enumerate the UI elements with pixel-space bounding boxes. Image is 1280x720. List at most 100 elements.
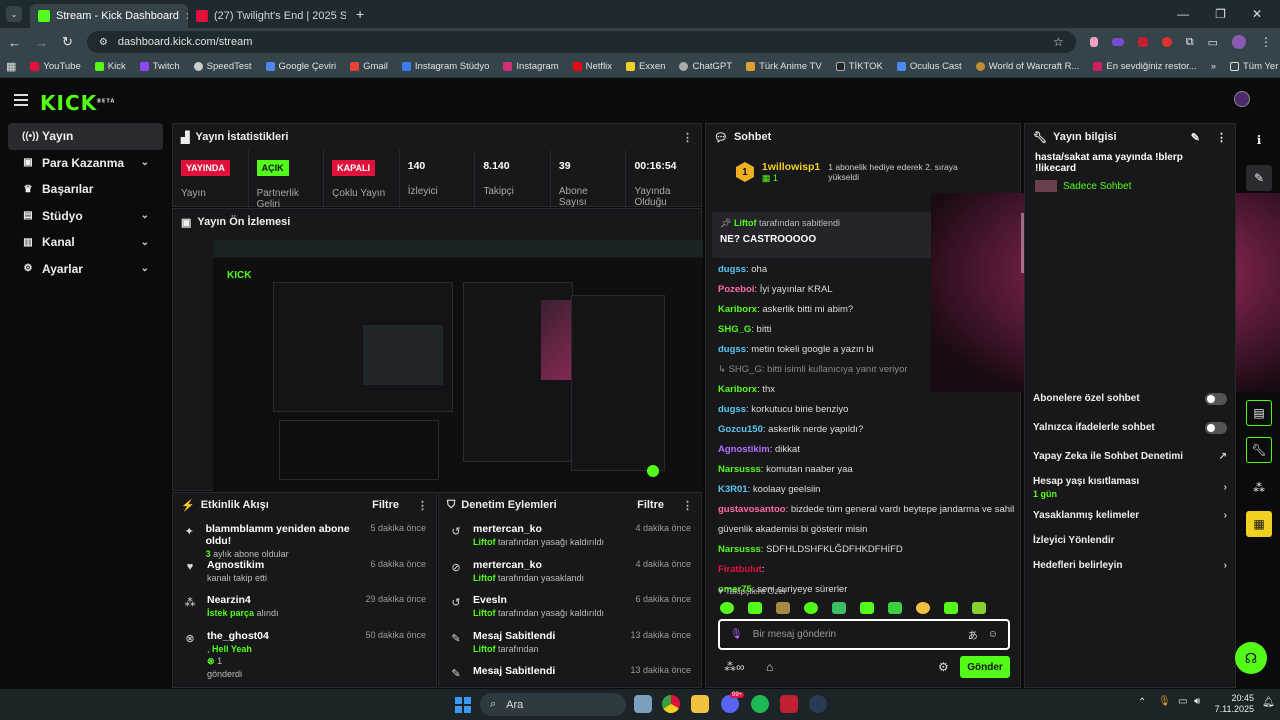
chat-settings-icon[interactable]: ⚙ bbox=[938, 660, 949, 674]
new-tab-icon[interactable]: + bbox=[356, 6, 364, 22]
more-options-icon[interactable]: ⋮ bbox=[417, 499, 428, 512]
restore-icon[interactable]: ❐ bbox=[1215, 7, 1226, 21]
wrench-icon[interactable]: 🔧︎ bbox=[1246, 437, 1272, 463]
chat-username[interactable]: Firatbulut bbox=[718, 564, 762, 575]
more-options-icon[interactable]: ⋮ bbox=[682, 131, 693, 144]
chat-message-input[interactable]: 🎙︎ Bir mesaj gönderin あ ☺ bbox=[718, 619, 1010, 650]
bookmark-item[interactable]: Exxen bbox=[626, 61, 665, 72]
bookmark-item[interactable]: Instagram Stüdyo bbox=[401, 61, 489, 72]
spotify-icon[interactable] bbox=[751, 695, 769, 713]
sidebar-item-studyo[interactable]: ▤ Stüdyo ⌄ bbox=[8, 203, 163, 230]
bookmark-item[interactable]: En sevdiğiniz restor... bbox=[1093, 61, 1197, 72]
emote-icon[interactable] bbox=[832, 602, 846, 614]
profile-avatar[interactable] bbox=[1232, 35, 1246, 49]
url-field[interactable]: ⚙ dashboard.kick.com/stream ☆ bbox=[86, 31, 1076, 53]
chat-username[interactable]: dugss bbox=[718, 264, 746, 275]
more-bookmarks-icon[interactable]: » bbox=[1211, 61, 1216, 72]
notifications-bell-icon[interactable]: 🔔︎ bbox=[1262, 697, 1275, 708]
bookmark-item[interactable]: Türk Anime TV bbox=[746, 61, 822, 72]
filter-button[interactable]: Filtre bbox=[372, 499, 399, 511]
nodes-icon[interactable]: ⁂ bbox=[1246, 475, 1272, 501]
emote-icon[interactable] bbox=[916, 602, 930, 614]
apps-grid-icon[interactable]: ▦ bbox=[6, 60, 16, 73]
layout-icon[interactable]: ▤ bbox=[1246, 400, 1272, 426]
redirect-viewers-row[interactable]: İzleyici Yönlendir bbox=[1025, 528, 1235, 553]
extension-icon-3[interactable] bbox=[1137, 37, 1148, 47]
sidebar-item-yayin[interactable]: ((•)) Yayın bbox=[8, 123, 163, 150]
info-icon[interactable]: ℹ bbox=[1246, 127, 1272, 153]
chat-username[interactable]: Pozeboi bbox=[718, 284, 754, 295]
send-button[interactable]: Gönder bbox=[960, 656, 1010, 678]
forward-icon[interactable]: → bbox=[35, 35, 48, 50]
bookmark-item[interactable]: Oculus Cast bbox=[896, 61, 962, 72]
filter-button[interactable]: Filtre bbox=[637, 499, 664, 511]
tray-chevron-icon[interactable]: ⌃ bbox=[1138, 697, 1146, 708]
stream-preview-video[interactable]: KICK bbox=[213, 240, 703, 493]
store-icon[interactable]: ⌂ bbox=[766, 660, 773, 674]
site-info-icon[interactable]: ⚙ bbox=[99, 37, 108, 48]
voicemeeter-icon[interactable] bbox=[780, 695, 798, 713]
chat-username[interactable]: dugss bbox=[718, 404, 746, 415]
bookmark-item[interactable]: Gmail bbox=[350, 61, 388, 72]
emote-icon[interactable] bbox=[860, 602, 874, 614]
bookmark-item[interactable]: ChatGPT bbox=[679, 61, 732, 72]
windows-start-icon[interactable] bbox=[455, 697, 471, 713]
sidebar-item-kanal[interactable]: ▥ Kanal ⌄ bbox=[8, 229, 163, 256]
emoji-icon[interactable]: ☺ bbox=[988, 629, 998, 640]
tab-list-chevron-icon[interactable]: ⌄ bbox=[6, 6, 22, 22]
extension-icon-1[interactable] bbox=[1089, 37, 1098, 47]
bookmark-item[interactable]: SpeedTest bbox=[193, 61, 252, 72]
edit-icon[interactable]: ✎ bbox=[1246, 165, 1272, 191]
hamburger-menu-icon[interactable] bbox=[14, 94, 28, 106]
emote-icon[interactable] bbox=[972, 602, 986, 614]
stream-category[interactable]: Sadece Sohbet bbox=[1025, 176, 1235, 196]
sidepanel-icon[interactable]: ▭ bbox=[1208, 36, 1218, 49]
subscribers-only-toggle-row[interactable]: Abonelere özel sohbet bbox=[1025, 386, 1235, 411]
chat-username[interactable]: Gozcu150 bbox=[718, 424, 763, 435]
widgets-icon[interactable] bbox=[634, 695, 652, 713]
reload-icon[interactable]: ↻ bbox=[62, 34, 73, 50]
network-icon[interactable]: ▭ bbox=[1178, 696, 1187, 707]
microphone-tray-icon[interactable]: 🎙︎ bbox=[1158, 696, 1171, 707]
window-close-icon[interactable]: ✕ bbox=[1252, 7, 1262, 21]
volume-icon[interactable]: 🔊︎ bbox=[1194, 696, 1200, 707]
clapper-icon[interactable]: ▦ bbox=[1246, 511, 1272, 537]
emote-icon[interactable] bbox=[776, 602, 790, 614]
user-avatar[interactable] bbox=[1234, 91, 1250, 107]
system-clock[interactable]: 20:45 7.11.2025 bbox=[1214, 693, 1254, 715]
browser-menu-icon[interactable]: ⋮ bbox=[1260, 35, 1272, 49]
extension-icon-2[interactable] bbox=[1111, 38, 1124, 46]
chat-username[interactable]: gustavosantoo bbox=[718, 504, 786, 515]
toggle-switch[interactable] bbox=[1205, 392, 1227, 405]
emote-icon[interactable] bbox=[888, 602, 902, 614]
bookmark-item[interactable]: Instagram bbox=[503, 61, 559, 72]
sidebar-item-ayarlar[interactable]: ⚙ Ayarlar ⌄ bbox=[8, 256, 163, 283]
bookmark-item[interactable]: TİKTOK bbox=[835, 61, 883, 72]
microphone-icon[interactable]: 🎙︎ bbox=[730, 629, 743, 640]
steam-icon[interactable] bbox=[809, 695, 827, 713]
bookmark-star-icon[interactable]: ☆ bbox=[1053, 35, 1064, 49]
emote-icon[interactable] bbox=[748, 602, 762, 614]
bookmark-item[interactable]: World of Warcraft R... bbox=[975, 61, 1079, 72]
sidebar-item-basarilar[interactable]: ♛ Başarılar bbox=[8, 176, 163, 203]
support-headset-icon[interactable]: ☊ bbox=[1235, 642, 1267, 674]
chat-username[interactable]: dugss bbox=[718, 344, 746, 355]
bookmark-item[interactable]: Twitch bbox=[139, 61, 180, 72]
bookmark-item[interactable]: YouTube bbox=[30, 61, 81, 72]
file-explorer-icon[interactable] bbox=[691, 695, 709, 713]
more-options-icon[interactable]: ⋮ bbox=[1216, 131, 1227, 144]
bookmark-item[interactable]: Netflix bbox=[572, 61, 612, 72]
all-bookmarks[interactable]: Tüm Yer İşaretleri bbox=[1230, 61, 1280, 72]
emote-icon[interactable] bbox=[944, 602, 958, 614]
chat-username[interactable]: SHG_G bbox=[718, 324, 751, 335]
chat-username[interactable]: Kariborx bbox=[718, 304, 757, 315]
kick-logo[interactable]: KICKBETA bbox=[40, 91, 115, 115]
set-goals-row[interactable]: Hedefleri belirleyin › bbox=[1025, 553, 1235, 578]
more-options-icon[interactable]: ⋮ bbox=[682, 499, 693, 512]
chat-username[interactable]: Kariborx bbox=[718, 384, 757, 395]
banned-words-row[interactable]: Yasaklanmış kelimeler › bbox=[1025, 503, 1235, 528]
taskbar-search[interactable]: ⌕ Ara bbox=[480, 693, 626, 716]
nodes-icon[interactable]: ⁂∞ bbox=[724, 660, 745, 674]
translate-icon[interactable]: あ bbox=[968, 627, 978, 642]
extensions-puzzle-icon[interactable]: ⧉ bbox=[1186, 36, 1194, 49]
